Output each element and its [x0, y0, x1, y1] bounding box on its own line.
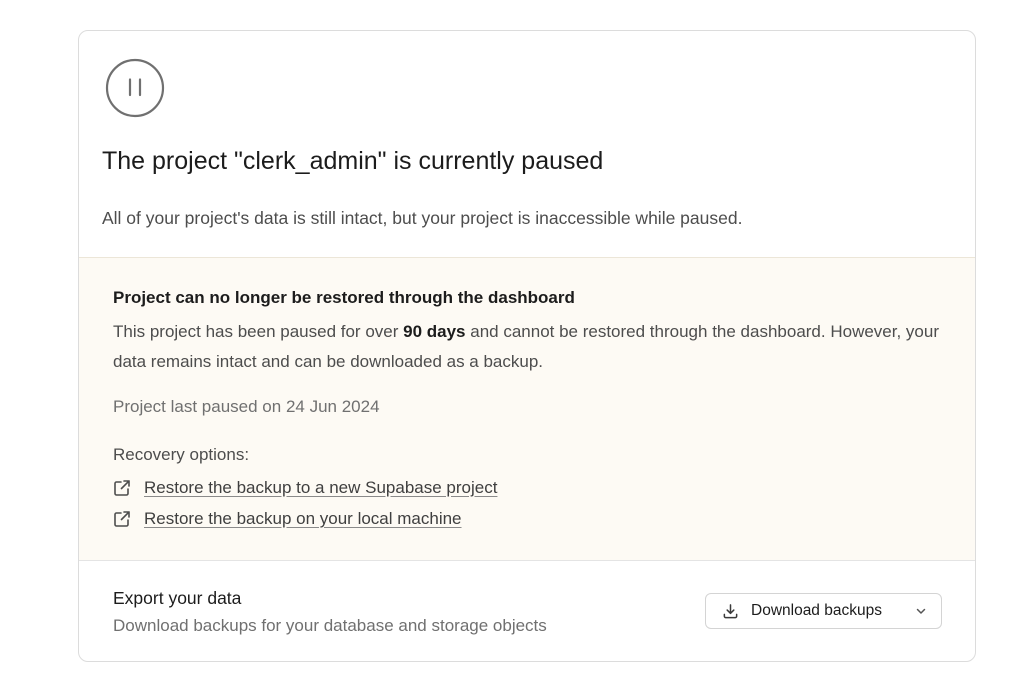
- download-icon: [723, 603, 738, 618]
- restore-local-machine-link[interactable]: Restore the backup on your local machine: [144, 509, 462, 529]
- restore-new-project-link[interactable]: Restore the backup to a new Supabase pro…: [144, 478, 497, 498]
- paused-project-card: The project "clerk_admin" is currently p…: [78, 30, 976, 662]
- warning-body-emphasis: 90 days: [403, 322, 466, 341]
- download-backups-label: Download backups: [751, 602, 882, 619]
- export-description: Download backups for your database and s…: [113, 616, 547, 635]
- external-link-icon: [114, 511, 130, 527]
- warning-body-text: This project has been paused for over: [113, 322, 404, 341]
- download-backups-button[interactable]: Download backups: [705, 593, 942, 629]
- chevron-down-icon: [916, 608, 926, 614]
- restore-warning-panel: Project can no longer be restored throug…: [79, 257, 975, 561]
- export-title: Export your data: [113, 588, 242, 608]
- pause-circle-icon: [105, 58, 165, 118]
- card-header: The project "clerk_admin" is currently p…: [79, 31, 975, 257]
- page-subtitle: All of your project's data is still inta…: [102, 208, 743, 228]
- last-paused-date: Project last paused on 24 Jun 2024: [113, 397, 380, 416]
- page-title: The project "clerk_admin" is currently p…: [102, 147, 604, 175]
- export-section: Export your data Download backups for yo…: [79, 561, 975, 661]
- recovery-link-new-project[interactable]: Restore the backup to a new Supabase pro…: [113, 478, 497, 498]
- external-link-icon: [114, 480, 130, 496]
- recovery-options-label: Recovery options:: [113, 445, 250, 464]
- warning-body: This project has been paused for over 90…: [113, 317, 963, 377]
- recovery-link-local[interactable]: Restore the backup on your local machine: [113, 509, 462, 529]
- warning-title: Project can no longer be restored throug…: [113, 288, 575, 307]
